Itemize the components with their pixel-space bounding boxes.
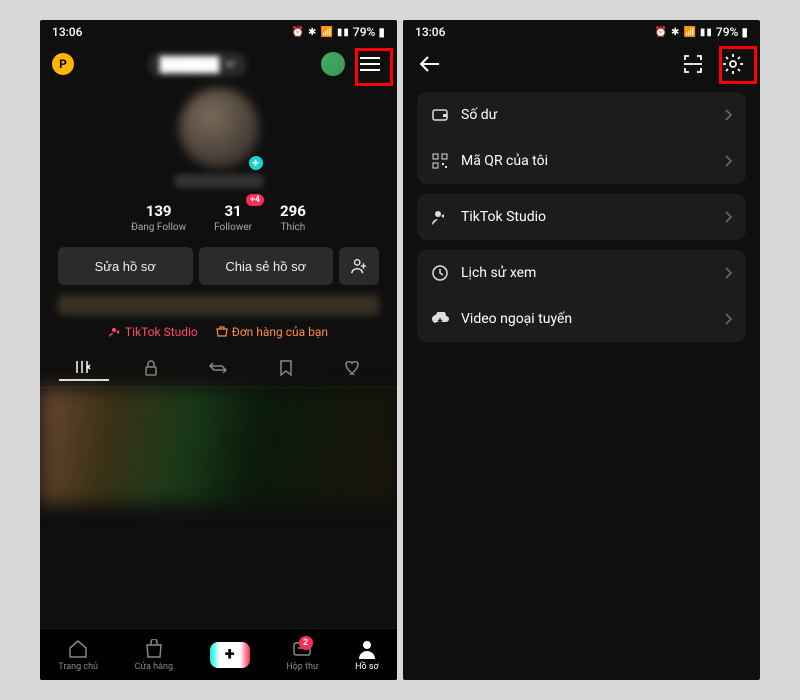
stats-row: 139 Đang Follow +4 31 Follower 296 Thích <box>40 202 397 233</box>
add-friend-button[interactable] <box>339 247 379 285</box>
settings-body: Số dư Mã QR của tôi <box>403 84 760 360</box>
home-icon <box>67 638 89 660</box>
inbox-badge: 2 <box>299 636 313 650</box>
status-indicators: ⏰ ✱ 📶 ▮▮ 79% ▮ <box>655 25 748 39</box>
chevron-right-icon <box>724 155 732 167</box>
battery-pct: 79% <box>716 25 738 39</box>
promo-badge[interactable]: P <box>52 53 74 75</box>
username-dropdown[interactable]: ██████ <box>148 52 248 77</box>
clock-icon <box>431 264 449 282</box>
alarm-icon: ⏰ <box>655 27 668 38</box>
back-button[interactable] <box>415 49 445 79</box>
battery-icon: ▮ <box>378 25 385 39</box>
chevron-right-icon <box>724 109 732 121</box>
nav-create[interactable]: + <box>210 642 250 668</box>
stat-followers[interactable]: +4 31 Follower <box>214 202 252 233</box>
nav-profile[interactable]: Hồ sơ <box>355 638 379 672</box>
tab-private[interactable] <box>126 355 176 381</box>
tab-liked[interactable] <box>328 355 378 381</box>
tab-repost[interactable] <box>193 355 243 381</box>
display-name <box>174 174 264 188</box>
alarm-icon: ⏰ <box>292 27 305 38</box>
status-indicators: ⏰ ✱ 📶 ▮▮ 79% ▮ <box>292 25 385 39</box>
settings-button[interactable] <box>718 49 748 79</box>
profile-header: P ██████ <box>40 44 397 84</box>
signal-icon: ▮▮ <box>700 27 713 38</box>
menu-balance[interactable]: Số dư <box>417 92 746 138</box>
status-bar: 13:06 ⏰ ✱ 📶 ▮▮ 79% ▮ <box>40 20 397 44</box>
wifi-icon: 📶 <box>320 27 333 38</box>
nav-home[interactable]: Trang chủ <box>58 638 98 672</box>
chevron-right-icon <box>724 313 732 325</box>
stat-likes[interactable]: 296 Thích <box>280 202 306 233</box>
content-tabs <box>40 355 397 388</box>
nav-inbox[interactable]: 2 Hộp thư <box>286 638 318 672</box>
settings-header <box>403 44 760 84</box>
profile-avatar[interactable] <box>179 88 259 168</box>
menu-button[interactable] <box>355 49 385 79</box>
video-thumbnail[interactable] <box>40 388 397 504</box>
promo-banner[interactable] <box>58 295 379 315</box>
add-story-badge[interactable]: + <box>247 154 265 172</box>
tab-saved[interactable] <box>261 355 311 381</box>
orders-link[interactable]: Đơn hàng của bạn <box>216 325 328 339</box>
stat-following[interactable]: 139 Đang Follow <box>131 202 186 233</box>
battery-pct: 79% <box>353 25 375 39</box>
menu-history[interactable]: Lịch sử xem <box>417 250 746 296</box>
signal-icon: ▮▮ <box>337 27 350 38</box>
shop-icon <box>143 638 165 660</box>
bluetooth-icon: ✱ <box>308 27 317 38</box>
settings-screen: 13:06 ⏰ ✱ 📶 ▮▮ 79% ▮ <box>403 20 760 680</box>
bluetooth-icon: ✱ <box>671 27 680 38</box>
scan-button[interactable] <box>678 49 708 79</box>
menu-studio[interactable]: TikTok Studio <box>417 194 746 240</box>
wifi-icon: 📶 <box>683 27 696 38</box>
tab-grid[interactable] <box>59 355 109 381</box>
cloud-download-icon <box>431 310 449 328</box>
person-icon <box>431 208 449 226</box>
settings-card-content: Lịch sử xem Video ngoại tuyến <box>417 250 746 342</box>
settings-card-studio: TikTok Studio <box>417 194 746 240</box>
new-follower-badge: +4 <box>246 194 264 206</box>
edit-profile-button[interactable]: Sửa hồ sơ <box>58 247 193 285</box>
quick-links: TikTok Studio Đơn hàng của bạn <box>40 325 397 339</box>
tiktok-studio-link[interactable]: TikTok Studio <box>109 325 198 339</box>
menu-offline[interactable]: Video ngoại tuyến <box>417 296 746 342</box>
chevron-right-icon <box>724 267 732 279</box>
share-profile-button[interactable]: Chia sẻ hồ sơ <box>199 247 334 285</box>
create-icon: + <box>210 642 250 668</box>
chevron-right-icon <box>724 211 732 223</box>
profile-screen: 13:06 ⏰ ✱ 📶 ▮▮ 79% ▮ P ██████ <box>40 20 397 680</box>
linked-account-avatar[interactable] <box>321 52 345 76</box>
profile-icon <box>356 638 378 660</box>
menu-qr[interactable]: Mã QR của tôi <box>417 138 746 184</box>
settings-card-account: Số dư Mã QR của tôi <box>417 92 746 184</box>
action-row: Sửa hồ sơ Chia sẻ hồ sơ <box>40 233 397 295</box>
status-time: 13:06 <box>52 25 82 39</box>
wallet-icon <box>431 106 449 124</box>
battery-icon: ▮ <box>741 25 748 39</box>
profile-avatar-section: + <box>40 88 397 188</box>
status-time: 13:06 <box>415 25 445 39</box>
qr-icon <box>431 152 449 170</box>
nav-shop[interactable]: Cửa hàng <box>135 638 173 672</box>
bottom-nav: Trang chủ Cửa hàng + 2 Hộp thư <box>40 628 397 680</box>
status-bar: 13:06 ⏰ ✱ 📶 ▮▮ 79% ▮ <box>403 20 760 44</box>
